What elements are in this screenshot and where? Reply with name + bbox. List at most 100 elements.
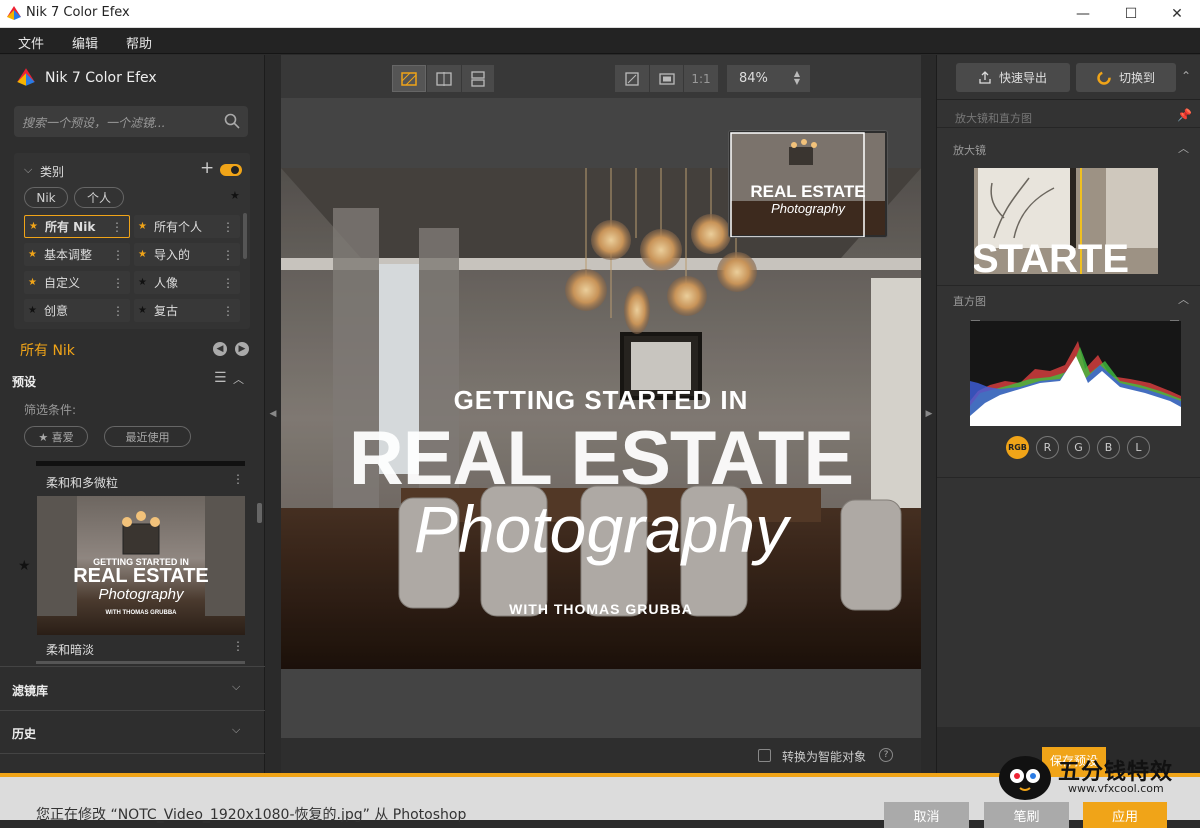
category-portrait[interactable]: ★ 人像 ⋮ bbox=[134, 271, 240, 294]
expand-history-icon[interactable]: ⌵ bbox=[232, 723, 240, 737]
divider bbox=[0, 710, 265, 711]
presets-header[interactable]: 预设 bbox=[12, 373, 36, 390]
room-photo: GETTING STARTED IN REAL ESTATE Photograp… bbox=[281, 168, 921, 669]
cancel-button[interactable]: 取消 bbox=[884, 802, 969, 828]
collapse-top-icon[interactable]: ⌃ bbox=[1181, 69, 1191, 83]
switch-to-label: 切换到 bbox=[1118, 71, 1155, 85]
tag-personal[interactable]: 个人 bbox=[74, 187, 124, 208]
menu-help[interactable]: 帮助 bbox=[126, 33, 152, 52]
collapse-loupe-icon[interactable]: ︿ bbox=[1178, 140, 1189, 156]
switch-icon bbox=[1097, 70, 1111, 85]
filter-library-header[interactable]: 滤镜库 bbox=[12, 682, 48, 699]
channel-l-button[interactable]: L bbox=[1127, 436, 1150, 459]
preview-image[interactable]: GETTING STARTED IN REAL ESTATE Photograp… bbox=[281, 168, 921, 669]
filter-recent-button[interactable]: 最近使用 bbox=[104, 426, 191, 447]
channel-b-button[interactable]: B bbox=[1097, 436, 1120, 459]
star-icon: ★ bbox=[138, 277, 147, 288]
favorite-filter-icon[interactable]: ★ bbox=[230, 189, 240, 202]
fit-screen-button[interactable] bbox=[615, 65, 649, 92]
collapse-histogram-icon[interactable]: ︿ bbox=[1178, 291, 1189, 307]
list-view-icon[interactable]: ☰ bbox=[214, 370, 227, 386]
right-collapse-handle[interactable]: ▶ bbox=[921, 55, 937, 773]
pin-icon[interactable]: 📌 bbox=[1177, 108, 1192, 122]
zoom-select[interactable]: 84% ▲ ▼ bbox=[727, 65, 810, 92]
category-all-nik[interactable]: ★ 所有 Nik ⋮ bbox=[24, 215, 130, 238]
side-by-side-button[interactable] bbox=[462, 65, 494, 92]
loupe-view[interactable]: STARTE bbox=[974, 168, 1158, 274]
channel-g-button[interactable]: G bbox=[1067, 436, 1090, 459]
thumb-line3: Photography bbox=[98, 586, 185, 603]
more-icon[interactable]: ⋮ bbox=[222, 220, 234, 234]
more-icon[interactable]: ⋮ bbox=[222, 248, 234, 262]
collapse-presets-icon[interactable]: ︿ bbox=[233, 371, 244, 387]
category-label-portrait: 人像 bbox=[154, 276, 179, 290]
category-scrollbar[interactable] bbox=[243, 213, 247, 259]
split-view-icon bbox=[436, 71, 452, 86]
minimize-button[interactable]: — bbox=[1060, 0, 1106, 28]
left-panel: Nik 7 Color Efex 搜索一个预设，一个滤镜... ⌵ 类别 + N… bbox=[0, 55, 265, 773]
thumb-line4: WITH THOMAS GRUBBA bbox=[106, 610, 178, 616]
fill-screen-button[interactable] bbox=[650, 65, 683, 92]
category-collapse-icon[interactable]: ⌵ bbox=[24, 163, 32, 177]
channel-rgb-button[interactable]: RGB bbox=[1006, 436, 1029, 459]
preset-more-icon[interactable]: ⋮ bbox=[232, 639, 244, 653]
right-panel: 快速导出 切换到 ⌃ 放大镜和直方图 📌 放大镜 ︿ STARTE 直方图 ︿ … bbox=[936, 55, 1200, 773]
app-logo-icon bbox=[7, 6, 21, 20]
more-icon[interactable]: ⋮ bbox=[222, 276, 234, 290]
divider bbox=[0, 666, 265, 667]
expand-library-icon[interactable]: ⌵ bbox=[232, 680, 240, 694]
category-basic[interactable]: ★ 基本调整 ⋮ bbox=[24, 243, 130, 266]
smart-object-checkbox[interactable] bbox=[758, 749, 771, 762]
star-icon: ★ bbox=[29, 221, 38, 232]
filter-favorite-button[interactable]: ★ 喜爱 bbox=[24, 426, 88, 447]
more-icon[interactable]: ⋮ bbox=[112, 276, 124, 290]
category-toggle[interactable] bbox=[220, 164, 242, 176]
split-view-button[interactable] bbox=[427, 65, 461, 92]
preset-favorite-icon[interactable]: ★ bbox=[18, 558, 31, 574]
category-all-personal[interactable]: ★ 所有个人 ⋮ bbox=[134, 215, 240, 238]
zoom-value: 84% bbox=[739, 71, 768, 86]
preset-thumbnail-image: GETTING STARTED IN REAL ESTATE Photograp… bbox=[37, 496, 245, 616]
zoom-stepper-icon[interactable]: ▲ ▼ bbox=[794, 70, 800, 86]
preset-name-1[interactable]: 柔和和多微粒 bbox=[46, 474, 118, 491]
menu-edit[interactable]: 编辑 bbox=[72, 33, 98, 52]
more-icon[interactable]: ⋮ bbox=[222, 304, 234, 318]
star-icon: ★ bbox=[28, 277, 37, 288]
help-icon[interactable]: ? bbox=[879, 748, 893, 762]
left-collapse-handle[interactable]: ◀ bbox=[265, 55, 281, 773]
switch-to-button[interactable]: 切换到 bbox=[1076, 63, 1176, 92]
menu-file[interactable]: 文件 bbox=[18, 33, 44, 52]
preset-thumbnail[interactable]: GETTING STARTED IN REAL ESTATE Photograp… bbox=[37, 496, 245, 635]
category-imported[interactable]: ★ 导入的 ⋮ bbox=[134, 243, 240, 266]
apply-button[interactable]: 应用 bbox=[1083, 802, 1167, 828]
histogram bbox=[970, 321, 1181, 426]
star-icon: ★ bbox=[28, 305, 37, 316]
category-vintage[interactable]: ★ 复古 ⋮ bbox=[134, 299, 240, 322]
actual-size-button[interactable]: 1:1 bbox=[684, 65, 718, 92]
watermark-logo-icon bbox=[999, 756, 1051, 800]
preset-name-2[interactable]: 柔和暗淡 bbox=[46, 641, 94, 658]
preset-more-icon[interactable]: ⋮ bbox=[232, 472, 244, 486]
search-box[interactable]: 搜索一个预设，一个滤镜... bbox=[14, 106, 248, 137]
navigator-line2: REAL ESTATE bbox=[750, 182, 865, 201]
category-creative[interactable]: ★ 创意 ⋮ bbox=[24, 299, 130, 322]
add-category-button[interactable]: + bbox=[200, 158, 214, 178]
search-icon[interactable] bbox=[224, 113, 240, 129]
brush-button[interactable]: 笔刷 bbox=[984, 802, 1069, 828]
single-view-button[interactable] bbox=[392, 65, 426, 92]
image-line4: WITH THOMAS GRUBBA bbox=[509, 601, 693, 617]
channel-r-button[interactable]: R bbox=[1036, 436, 1059, 459]
category-custom[interactable]: ★ 自定义 ⋮ bbox=[24, 271, 130, 294]
close-button[interactable]: ✕ bbox=[1154, 0, 1200, 28]
more-icon[interactable]: ⋮ bbox=[111, 220, 123, 234]
maximize-button[interactable]: ☐ bbox=[1108, 0, 1154, 28]
tag-nik[interactable]: Nik bbox=[24, 187, 68, 208]
more-icon[interactable]: ⋮ bbox=[112, 304, 124, 318]
more-icon[interactable]: ⋮ bbox=[112, 248, 124, 262]
navigator-thumbnail[interactable]: REAL ESTATE Photography bbox=[728, 130, 888, 238]
next-category-icon[interactable]: ▶ bbox=[235, 342, 249, 356]
prev-category-icon[interactable]: ◀ bbox=[213, 342, 227, 356]
preset-scrollbar[interactable] bbox=[257, 503, 262, 523]
history-header[interactable]: 历史 bbox=[12, 725, 36, 742]
quick-export-button[interactable]: 快速导出 bbox=[956, 63, 1070, 92]
